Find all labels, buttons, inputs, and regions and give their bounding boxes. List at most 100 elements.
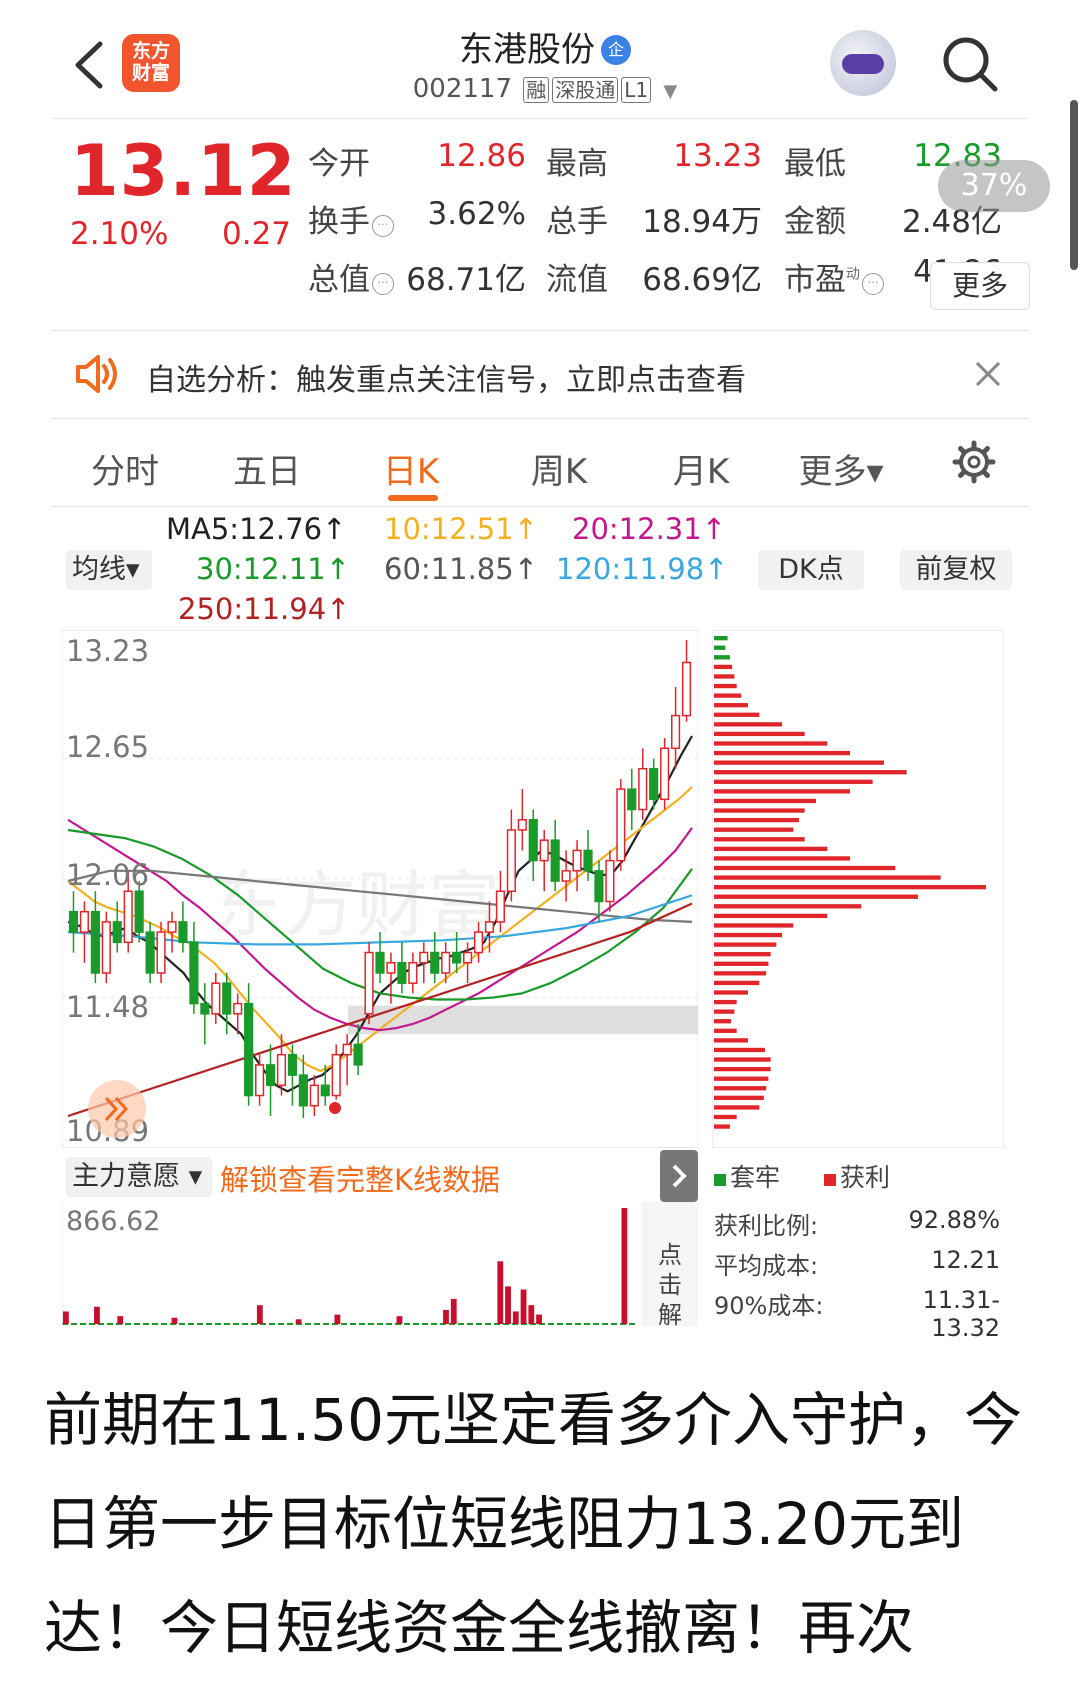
candle-body	[441, 951, 451, 974]
quote-value: 12.86	[437, 138, 526, 174]
profile-bar	[714, 817, 799, 823]
profile-bar	[714, 798, 816, 804]
volume-bar	[63, 1311, 69, 1324]
volume-bar	[117, 1316, 124, 1324]
chevron-down-icon: ▼	[663, 81, 678, 102]
profile-bar	[714, 664, 733, 670]
more-button[interactable]: 更多	[930, 262, 1030, 310]
candle-body	[681, 661, 692, 717]
y-tick-label: 11.48	[66, 990, 150, 1024]
close-icon[interactable]	[972, 358, 1004, 390]
stock-subtitle[interactable]: 002117 融深股通 L1 ▼	[380, 74, 710, 104]
tab-4[interactable]: 月K	[646, 444, 756, 493]
tab-3[interactable]: 周K	[504, 444, 614, 493]
candle-body	[265, 1064, 276, 1087]
profile-bar	[714, 741, 828, 746]
tab-0[interactable]: 分时	[70, 444, 180, 493]
scrollbar[interactable]	[1070, 100, 1078, 270]
candle-body	[462, 951, 473, 964]
ma-value: 60:11.85↑	[384, 552, 538, 586]
candle-body	[583, 849, 593, 872]
candle-body	[408, 962, 418, 984]
quote-label: 今开	[308, 146, 370, 182]
candle-body	[397, 962, 407, 984]
profile-bar	[714, 913, 828, 919]
divider	[52, 118, 1028, 119]
volume-bar	[536, 1314, 542, 1324]
stock-name: 东港股份	[459, 30, 595, 70]
y-tick-label: 12.65	[66, 730, 150, 764]
robot-avatar[interactable]	[830, 30, 896, 96]
double-chevron-icon	[104, 1096, 129, 1122]
stat-label: 平均成本:	[714, 1252, 819, 1280]
profile-bar	[714, 856, 850, 861]
app-logo: 东方 财富	[122, 34, 180, 92]
profile-bar	[714, 990, 748, 995]
tab-1[interactable]: 五日	[212, 444, 322, 493]
candle-body	[156, 931, 166, 974]
profile-bar	[714, 703, 748, 708]
indicator-select[interactable]: 主力意愿 ▾	[66, 1157, 212, 1197]
candle-body	[200, 1002, 210, 1015]
candle-body	[495, 890, 506, 923]
notice-text[interactable]: 自选分析：触发重点关注信号，立即点击查看	[146, 355, 746, 399]
candle-body	[68, 910, 79, 933]
gear-icon[interactable]	[952, 440, 996, 484]
ma-value: 30:12.11↑	[196, 552, 350, 586]
next-arrow-button[interactable]	[660, 1150, 698, 1202]
candle-body	[550, 839, 560, 882]
quote-label: 金额	[784, 204, 846, 240]
tag-connect: 深股通	[552, 77, 619, 103]
quote-label: 总手	[546, 204, 608, 240]
speaker-icon	[76, 355, 117, 393]
kline-chart[interactable]: 东方财富	[62, 630, 698, 1148]
profile-bar	[714, 923, 794, 928]
profile-bar	[714, 971, 767, 976]
profile-bar	[714, 789, 850, 794]
candle-body	[145, 931, 155, 974]
divider	[52, 506, 1028, 507]
candle-body	[123, 890, 133, 944]
stat-value: 12.21	[931, 1246, 1000, 1274]
chevron-right-icon	[672, 1164, 687, 1188]
profile-bar	[714, 1066, 771, 1072]
y-tick-label: 12.06	[66, 858, 150, 892]
profile-bar	[714, 894, 918, 899]
profile-bar	[714, 1019, 731, 1024]
volume-bar	[443, 1309, 449, 1324]
forward-adjust-button[interactable]: 前复权	[900, 550, 1012, 590]
volume-bar	[295, 1319, 302, 1324]
volume-y-label: 866.62	[66, 1206, 161, 1237]
profile-bar	[714, 1057, 771, 1062]
profile-bar	[714, 1095, 764, 1101]
tab-5[interactable]: 更多▾	[786, 444, 896, 493]
stat-label: 获利比例:	[714, 1212, 819, 1240]
search-icon[interactable]	[940, 34, 1000, 94]
candle-body	[375, 951, 385, 974]
profile-bar	[714, 645, 726, 650]
tab-2[interactable]: 日K	[356, 444, 466, 493]
candle-body	[660, 747, 670, 801]
ma-value: 20:12.31↑	[572, 512, 726, 546]
back-icon[interactable]	[70, 38, 110, 92]
volume-bar	[520, 1289, 527, 1324]
profile-bar	[714, 683, 737, 689]
candle-body	[287, 1053, 298, 1076]
divider	[52, 418, 1028, 419]
expand-fab[interactable]	[88, 1080, 146, 1138]
profile-bar	[714, 750, 850, 756]
chip-distribution-chart	[712, 630, 1004, 1148]
dk-point-button[interactable]: DK点	[758, 550, 864, 590]
profile-bar	[714, 904, 862, 909]
quote-label: 最低	[784, 146, 846, 182]
profile-bar	[714, 1047, 765, 1053]
unlock-link[interactable]: 解锁查看完整K线数据	[220, 1157, 500, 1199]
candle-body	[189, 941, 199, 1005]
candle-body	[364, 951, 374, 1015]
stat-value: 92.88%	[908, 1206, 1000, 1234]
ma-select[interactable]: 均线▾	[66, 550, 152, 590]
click-to-unlock[interactable]: 点击解	[642, 1202, 698, 1329]
tag-margin: 融	[523, 77, 550, 103]
profile-bar	[714, 865, 896, 871]
candle-body	[627, 788, 637, 811]
